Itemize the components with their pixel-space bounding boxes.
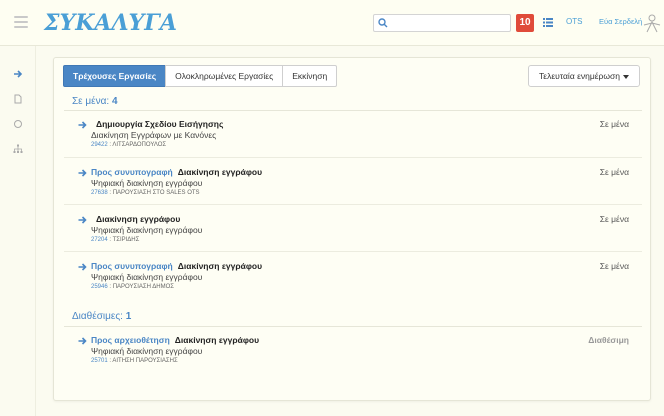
task-ref-text: : ΠΑΡΟΥΣΙΑΣΗ ΣΤΟ SALES OTS bbox=[107, 190, 200, 196]
task-ref-text: : ΠΑΡΟΥΣΙΑΣΗ ΔΗΜΟΣ bbox=[107, 284, 174, 290]
search-input[interactable] bbox=[373, 14, 511, 32]
task-subtitle: Ψηφιακή διακίνηση εγγράφου bbox=[91, 346, 203, 356]
sidebar-item-tasks[interactable] bbox=[0, 64, 36, 84]
task-action[interactable]: Προς συνυπογραφή bbox=[91, 167, 173, 177]
divider bbox=[64, 251, 642, 252]
task-number: 27204 bbox=[91, 237, 108, 243]
user-name-link[interactable]: Εύα Σερδελή bbox=[599, 17, 642, 26]
task-status: Σε μένα bbox=[599, 119, 629, 129]
divider bbox=[64, 110, 642, 111]
task-reference: 27638 : ΠΑΡΟΥΣΙΑΣΗ ΣΤΟ SALES OTS bbox=[91, 190, 200, 196]
hamburger-menu-icon[interactable] bbox=[14, 16, 28, 28]
list-view-icon[interactable] bbox=[543, 18, 553, 27]
tasks-panel: Τρέχουσες Εργασίες Ολοκληρωμένες Εργασίε… bbox=[53, 57, 651, 401]
document-icon bbox=[14, 94, 22, 104]
search-icon bbox=[378, 18, 388, 28]
task-number: 25701 bbox=[91, 358, 108, 364]
task-number: 29422 bbox=[91, 142, 108, 148]
arrow-right-icon bbox=[78, 169, 87, 177]
top-bar: ΣΥΚΑΛΥΓΑ 10 OTS Εύα Σερδελή bbox=[0, 0, 664, 46]
task-ref-text: : ΤΣΙΡΙΔΗΣ bbox=[107, 237, 140, 243]
task-name[interactable]: Δημιουργία Σχεδίου Εισήγησης bbox=[96, 119, 223, 129]
task-subtitle: Διακίνηση Εγγράφων με Κανόνες bbox=[91, 130, 217, 140]
arrow-right-icon bbox=[78, 121, 87, 129]
task-name[interactable]: Διακίνηση εγγράφου bbox=[175, 335, 259, 345]
sidebar-item-organization[interactable] bbox=[0, 139, 36, 159]
task-status: Σε μένα bbox=[599, 167, 629, 177]
task-ref-text: : ΛΙΤΣΑΡΔΟΠΟΥΛΟΣ bbox=[107, 142, 167, 148]
arrow-right-icon bbox=[78, 263, 87, 271]
task-reference: 29422 : ΛΙΤΣΑΡΔΟΠΟΥΛΟΣ bbox=[91, 142, 166, 148]
section-mine-count: 4 bbox=[111, 96, 118, 107]
task-tabs: Τρέχουσες Εργασίες Ολοκληρωμένες Εργασίε… bbox=[63, 65, 338, 87]
divider bbox=[64, 157, 642, 158]
section-available-count: 1 bbox=[125, 311, 132, 322]
arrow-right-icon bbox=[14, 70, 23, 78]
task-reference: 25701 : ΑΙΤΗΣΗ ΠΑΡΟΥΣΙΑΣΗΣ bbox=[91, 358, 178, 364]
notification-badge[interactable]: 10 bbox=[516, 14, 534, 32]
task-status: Σε μένα bbox=[599, 261, 629, 271]
sort-button-label: Τελευταία ενημέρωση bbox=[539, 71, 620, 81]
task-name[interactable]: Διακίνηση εγγράφου bbox=[178, 261, 262, 271]
task-number: 27638 bbox=[91, 190, 108, 196]
circle-icon bbox=[14, 120, 22, 128]
section-available-label: Διαθέσιμες: bbox=[72, 311, 123, 322]
task-subtitle: Ψηφιακή διακίνηση εγγράφου bbox=[91, 225, 203, 235]
task-status: Σε μένα bbox=[599, 214, 629, 224]
tab-current-tasks[interactable]: Τρέχουσες Εργασίες bbox=[63, 65, 167, 87]
section-title-available: Διαθέσιμες: 1 bbox=[72, 311, 131, 322]
task-number: 25946 bbox=[91, 284, 108, 290]
section-title-mine: Σε μένα: 4 bbox=[72, 96, 118, 107]
task-reference: 27204 : ΤΣΙΡΙΔΗΣ bbox=[91, 237, 139, 243]
task-subtitle: Ψηφιακή διακίνηση εγγράφου bbox=[91, 178, 203, 188]
sitemap-icon bbox=[13, 144, 23, 153]
divider bbox=[64, 204, 642, 205]
sidebar-item-status[interactable] bbox=[0, 114, 36, 134]
left-sidebar bbox=[0, 46, 36, 416]
task-reference: 25946 : ΠΑΡΟΥΣΙΑΣΗ ΔΗΜΟΣ bbox=[91, 284, 174, 290]
arrow-right-icon bbox=[78, 337, 87, 345]
task-ref-text: : ΑΙΤΗΣΗ ΠΑΡΟΥΣΙΑΣΗΣ bbox=[107, 358, 178, 364]
task-status: Διαθέσιμη bbox=[588, 335, 629, 345]
task-name[interactable]: Διακίνηση εγγράφου bbox=[96, 214, 180, 224]
sidebar-item-documents[interactable] bbox=[0, 89, 36, 109]
caret-down-icon bbox=[623, 74, 629, 79]
task-name[interactable]: Διακίνηση εγγράφου bbox=[178, 167, 262, 177]
user-profile-icon[interactable] bbox=[643, 13, 661, 33]
app-logo[interactable]: ΣΥΚΑΛΥΓΑ bbox=[44, 8, 177, 38]
tab-completed-tasks[interactable]: Ολοκληρωμένες Εργασίες bbox=[165, 65, 284, 87]
tab-start[interactable]: Εκκίνηση bbox=[282, 65, 338, 87]
divider bbox=[64, 326, 642, 327]
task-subtitle: Ψηφιακή διακίνηση εγγράφου bbox=[91, 272, 203, 282]
task-action[interactable]: Προς συνυπογραφή bbox=[91, 261, 173, 271]
section-mine-label: Σε μένα: bbox=[72, 96, 110, 107]
arrow-right-icon bbox=[78, 216, 87, 224]
task-action[interactable]: Προς αρχειοθέτηση bbox=[91, 335, 170, 345]
sort-dropdown-button[interactable]: Τελευταία ενημέρωση bbox=[528, 65, 640, 87]
ots-link[interactable]: OTS bbox=[566, 17, 582, 26]
